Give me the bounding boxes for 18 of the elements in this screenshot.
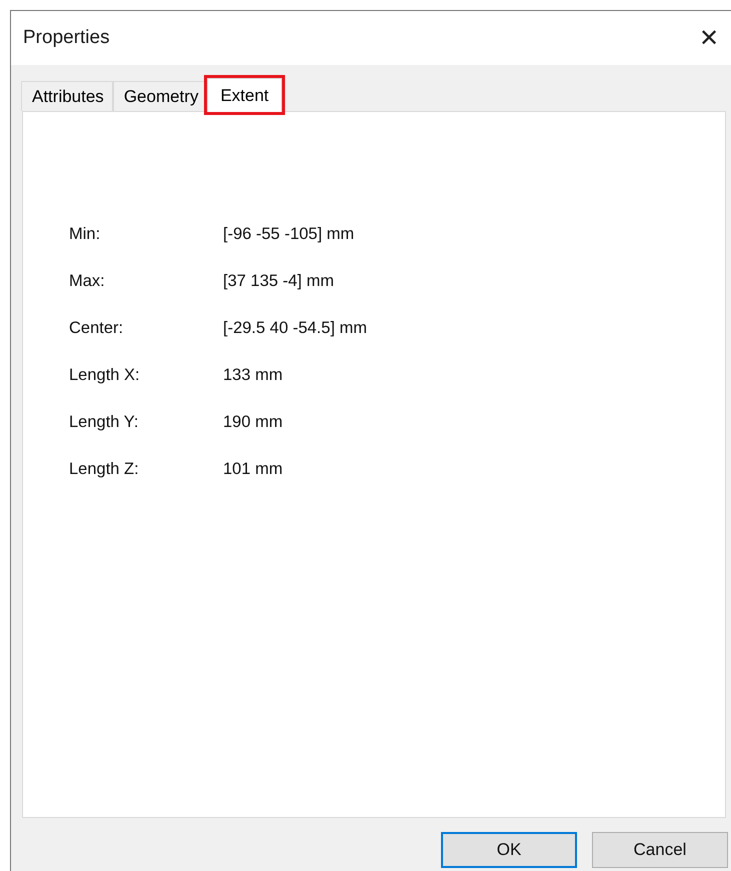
field-value: 133 mm	[223, 366, 284, 385]
close-button[interactable]: ✕	[695, 24, 723, 52]
field-label: Min:	[69, 225, 102, 244]
window-title: Properties	[23, 27, 110, 49]
field-label: Max:	[69, 272, 106, 291]
field-value: 101 mm	[223, 460, 284, 479]
field-label: Length X:	[69, 366, 141, 385]
ok-button[interactable]: OK	[441, 832, 577, 868]
field-value: [-96 -55 -105] mm	[223, 225, 356, 244]
field-value: [37 135 -4] mm	[223, 272, 335, 291]
field-value: [-29.5 40 -54.5] mm	[223, 319, 368, 338]
field-label: Length Y:	[69, 413, 140, 432]
field-label: Length Z:	[69, 460, 140, 479]
cancel-button[interactable]: Cancel	[592, 832, 728, 868]
field-value: 190 mm	[223, 413, 284, 432]
tab[interactable]: Extent	[207, 78, 282, 112]
tab[interactable]: Attributes	[21, 81, 113, 111]
field-label: Center:	[69, 319, 124, 338]
